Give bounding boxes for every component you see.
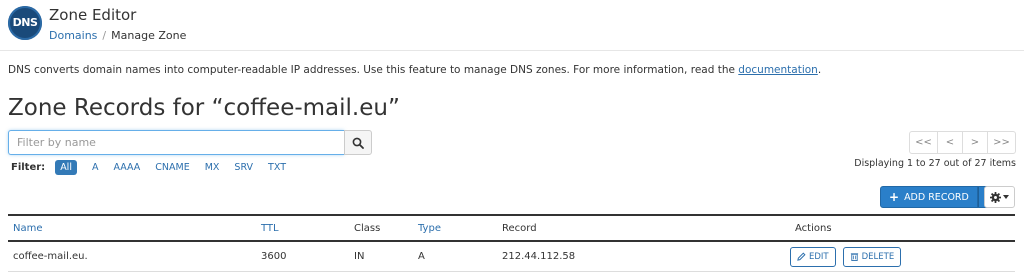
record-name: coffee-mail.eu. (13, 251, 88, 262)
dns-logo: DNS (8, 6, 42, 40)
last-page-button[interactable]: >> (987, 131, 1016, 154)
search-input[interactable] (8, 130, 344, 155)
page-description: DNS converts domain names into computer-… (8, 64, 821, 76)
settings-caret-icon (1003, 195, 1009, 199)
filter-cname[interactable]: CNAME (155, 162, 189, 173)
next-page-button[interactable]: > (962, 131, 988, 154)
add-record-group: + ADD RECORD (880, 186, 996, 208)
row-actions: EDIT DELETE (790, 242, 902, 271)
record-type-filter: Filter: All A AAAA CNAME MX SRV TXT (11, 159, 301, 176)
edit-label: EDIT (809, 251, 829, 262)
column-header-type[interactable]: Type (418, 216, 441, 240)
filter-label: Filter: (11, 162, 46, 173)
record-type: A (418, 251, 425, 262)
column-header-ttl[interactable]: TTL (261, 216, 279, 240)
table-header: Name TTL Class Type Record Actions (8, 214, 1015, 242)
breadcrumb: Domains / Manage Zone (49, 29, 186, 42)
description-suffix: . (817, 64, 822, 76)
add-record-label: ADD RECORD (904, 191, 969, 203)
page-title: Zone Records for “coffee-mail.eu” (8, 95, 400, 121)
add-record-button[interactable]: + ADD RECORD (880, 186, 978, 208)
record-value: 212.44.112.58 (502, 251, 576, 262)
app-title: Zone Editor (49, 6, 137, 24)
filter-srv[interactable]: SRV (234, 162, 253, 173)
record-class: IN (354, 251, 365, 262)
first-page-button[interactable]: << (909, 131, 938, 154)
table-row: coffee-mail.eu. 3600 IN A 212.44.112.58 … (8, 242, 1015, 272)
trash-icon (850, 253, 858, 261)
plus-icon: + (889, 190, 900, 204)
column-header-class: Class (354, 222, 381, 234)
pagination-summary: Displaying 1 to 27 out of 27 items (854, 158, 1016, 169)
breadcrumb-separator: / (102, 29, 107, 42)
search-group (8, 130, 372, 155)
column-header-record: Record (502, 222, 537, 234)
filter-all[interactable]: All (55, 160, 77, 175)
filter-mx[interactable]: MX (205, 162, 220, 173)
delete-button[interactable]: DELETE (842, 246, 902, 267)
prev-page-button[interactable]: < (937, 131, 963, 154)
edit-button[interactable]: EDIT (790, 246, 836, 267)
gear-icon (990, 191, 1001, 203)
dns-logo-text: DNS (12, 16, 38, 29)
zone-records-table: Name TTL Class Type Record Actions coffe… (8, 214, 1015, 272)
breadcrumb-current: Manage Zone (111, 29, 187, 42)
search-button[interactable] (344, 130, 372, 155)
pagination: << < > >> (909, 131, 1016, 154)
filter-a[interactable]: A (92, 162, 99, 173)
pencil-icon (797, 252, 806, 261)
search-icon (352, 137, 364, 149)
column-header-actions: Actions (795, 222, 832, 234)
filter-aaaa[interactable]: AAAA (113, 162, 140, 173)
breadcrumb-domains-link[interactable]: Domains (49, 29, 97, 42)
column-header-name[interactable]: Name (13, 216, 43, 240)
description-text: DNS converts domain names into computer-… (8, 64, 739, 76)
documentation-link[interactable]: documentation (738, 64, 818, 76)
delete-label: DELETE (861, 251, 895, 262)
filter-txt[interactable]: TXT (268, 162, 286, 173)
header-divider (0, 50, 1024, 51)
settings-dropdown-button[interactable] (984, 186, 1015, 208)
record-ttl: 3600 (261, 251, 287, 262)
